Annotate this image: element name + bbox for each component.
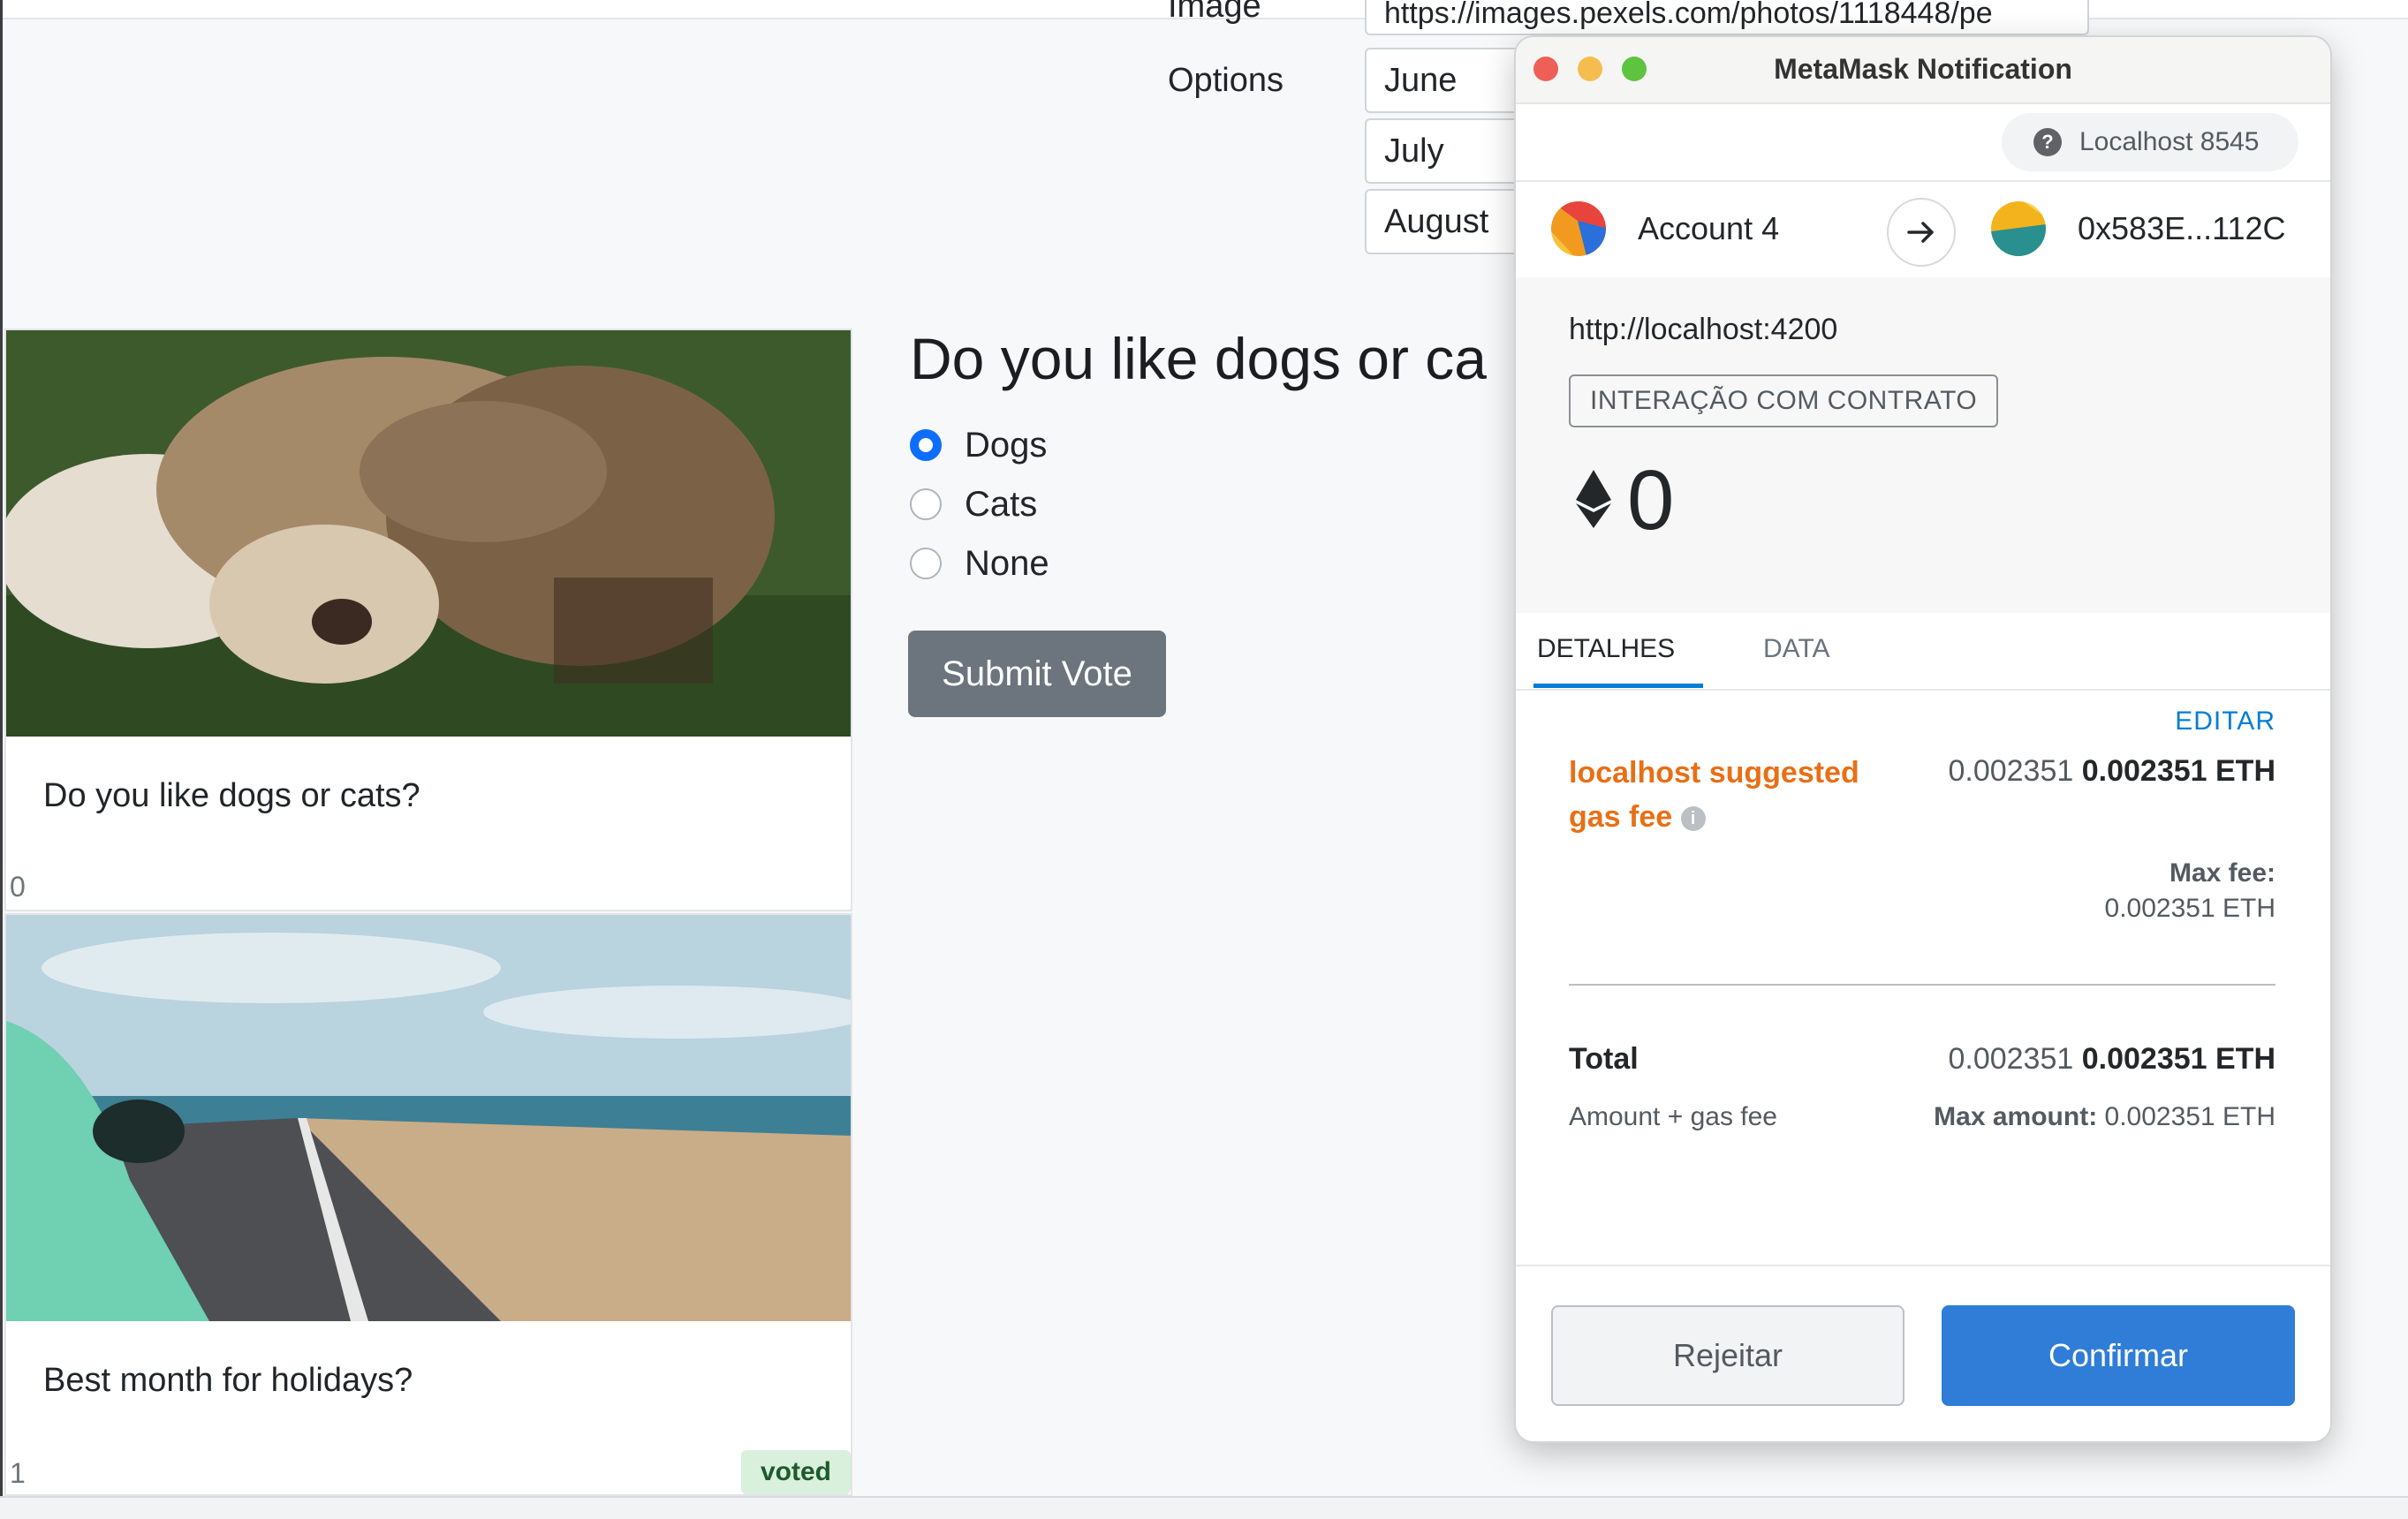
transaction-type-tag: INTERAÇÃO COM CONTRATO (1569, 374, 1999, 427)
poll-question: Do you like dogs or ca (910, 326, 1488, 391)
radio-button[interactable] (910, 548, 942, 579)
max-amount-value: 0.002351 ETH (2104, 1102, 2275, 1131)
max-fee-value: 0.002351 ETH (2104, 894, 2275, 923)
radio-option-dogs[interactable]: Dogs (910, 424, 1047, 466)
total-label: Total (1569, 1042, 1639, 1076)
network-name: Localhost 8545 (2079, 127, 2260, 156)
tab-bar: DETALHES DATA (1516, 613, 2330, 691)
window-title: MetaMask Notification (1774, 53, 2072, 85)
radio-label: Dogs (965, 425, 1048, 465)
active-tab-indicator (1533, 684, 1703, 688)
ethereum-icon (1576, 469, 1611, 533)
to-address[interactable]: 0x583E...112C (2078, 210, 2286, 247)
voted-badge: voted (740, 1450, 851, 1494)
card-title: Best month for holidays? (43, 1362, 413, 1399)
bottom-bar (0, 1496, 2408, 1519)
gas-fee-secondary: 0.002351 (1948, 754, 2074, 788)
arrow-right-icon (1887, 198, 1956, 267)
image-label: Image (1168, 0, 1261, 25)
poll-card-dogs-cats[interactable]: Do you like dogs or cats? 0 (4, 329, 852, 911)
action-footer: Rejeitar Confirmar (1516, 1265, 2330, 1441)
dog-cat-photo (6, 330, 851, 737)
origin-url: http://localhost:4200 (1569, 313, 1838, 346)
total-primary: 0.002351 ETH (2081, 1042, 2275, 1076)
max-amount: Max amount: 0.002351 ETH (1934, 1102, 2275, 1132)
gas-fee-primary: 0.002351 ETH (2081, 754, 2275, 788)
max-amount-label: Max amount: (1934, 1102, 2098, 1131)
amount-display: 0 (1576, 452, 1674, 549)
vote-count: 0 (10, 871, 26, 903)
tab-detalhes[interactable]: DETALHES (1537, 634, 1675, 664)
to-address-avatar (1991, 201, 2046, 256)
submit-vote-button[interactable]: Submit Vote (908, 631, 1166, 717)
confirm-button[interactable]: Confirmar (1942, 1305, 2295, 1406)
radio-button[interactable] (910, 429, 942, 461)
total-sub-label: Amount + gas fee (1569, 1102, 1777, 1131)
total-values: 0.002351 0.002351 ETH (1948, 1042, 2275, 1077)
window-titlebar: MetaMask Notification (1516, 37, 2330, 104)
network-indicator[interactable]: ? Localhost 8545 (2002, 113, 2298, 171)
radio-option-none[interactable]: None (910, 542, 1049, 585)
account-row: Account 4 0x583E...112C (1516, 180, 2330, 279)
max-fee-label: Max fee: (2169, 858, 2275, 888)
beach-road-photo (6, 915, 851, 1321)
reject-button[interactable]: Rejeitar (1551, 1305, 1904, 1406)
radio-label: Cats (965, 484, 1038, 524)
metamask-window: MetaMask Notification ? Localhost 8545 A… (1516, 37, 2330, 1441)
options-label: Options (1168, 62, 1284, 99)
info-icon[interactable]: i (1680, 806, 1706, 832)
total-secondary: 0.002351 (1948, 1042, 2074, 1076)
vote-count: 1 (10, 1457, 26, 1489)
transaction-summary: http://localhost:4200 INTERAÇÃO COM CONT… (1516, 277, 2330, 613)
gas-fee-label-text: localhost suggested gas fee (1569, 756, 1859, 834)
gas-fee-label: localhost suggested gas fee i (1569, 751, 1904, 839)
window-edge (0, 0, 3, 1517)
question-icon: ? (2033, 128, 2062, 156)
from-account-avatar (1551, 201, 1606, 256)
from-account-name: Account 4 (1638, 210, 1780, 246)
tab-data[interactable]: DATA (1763, 634, 1830, 664)
image-url-input[interactable]: https://images.pexels.com/photos/1118448… (1365, 0, 2089, 35)
radio-label: None (965, 543, 1049, 583)
radio-option-cats[interactable]: Cats (910, 483, 1037, 525)
radio-button[interactable] (910, 488, 942, 520)
card-title: Do you like dogs or cats? (43, 777, 420, 814)
divider (1569, 984, 2275, 986)
gas-fee-values: 0.002351 0.002351 ETH (1948, 754, 2275, 789)
poll-card-holidays[interactable]: Best month for holidays? 1 voted (4, 913, 852, 1496)
amount-value: 0 (1627, 453, 1675, 548)
edit-gas-link[interactable]: EDITAR (2175, 707, 2275, 737)
